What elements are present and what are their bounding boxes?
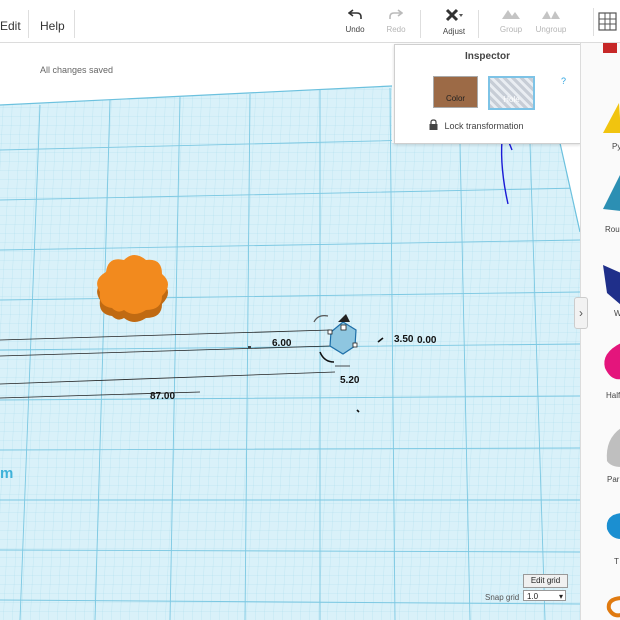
snap-grid-value: 1.0: [527, 592, 539, 601]
wedge-shape-thumbnail: [603, 265, 620, 305]
workplane-label: m: [0, 465, 14, 482]
redo-icon: [389, 9, 404, 19]
group-button[interactable]: Group: [491, 8, 531, 34]
group-label: Group: [499, 25, 523, 34]
chevron-down-icon: ▾: [558, 592, 563, 601]
chevron-right-icon: ›: [579, 306, 583, 320]
elevation-dimension[interactable]: 3.50: [394, 334, 413, 345]
height-dimension[interactable]: 6.00: [272, 338, 291, 349]
edit-grid-button[interactable]: Edit grid: [523, 574, 568, 588]
elevation-value[interactable]: 0.00: [417, 335, 436, 346]
pyramid-shape-thumbnail: [603, 103, 620, 133]
save-status: All changes saved: [40, 65, 114, 75]
color-label: Color: [445, 94, 466, 103]
menu-help[interactable]: Help: [40, 19, 65, 33]
redo-button[interactable]: Redo: [376, 8, 416, 34]
adjust-icon: [445, 8, 463, 22]
menu-divider: [74, 10, 75, 38]
menu-divider: [28, 10, 29, 38]
lock-transformation-toggle[interactable]: Lock transformation: [429, 119, 524, 131]
shape-palette: Py Rou W Half Par T: [580, 43, 620, 620]
group-icon: [502, 10, 520, 19]
paraboloid-shape-thumbnail: [606, 428, 620, 467]
lock-icon: [429, 119, 438, 130]
distance-dimension[interactable]: 87.00: [150, 391, 175, 402]
toolbar-divider: [478, 10, 479, 38]
color-swatch-button[interactable]: Color: [433, 76, 478, 108]
hole-button[interactable]: Hole: [488, 76, 535, 110]
ungroup-button[interactable]: Ungroup: [531, 8, 571, 34]
lock-label: Lock transformation: [444, 121, 524, 131]
toolbar-divider: [420, 10, 421, 38]
inspector-help-link[interactable]: ?: [561, 76, 566, 86]
menu-edit[interactable]: Edit: [0, 19, 21, 33]
top-toolbar: Edit Help Undo Redo Adjust Group Ungroup: [0, 0, 620, 43]
palette-collapse-button[interactable]: ›: [574, 297, 588, 329]
adjust-button[interactable]: Adjust: [434, 8, 474, 36]
half-sphere-shape-thumbnail: [604, 343, 620, 380]
palette-item-pyramid[interactable]: Py: [612, 142, 620, 151]
palette-item-roof[interactable]: Rou: [605, 225, 620, 234]
undo-label: Undo: [345, 25, 365, 34]
roof-shape-thumbnail: [603, 175, 620, 211]
view-grid-button[interactable]: [593, 8, 620, 36]
width-dimension[interactable]: 5.20: [340, 375, 359, 386]
hole-label: Hole: [503, 95, 520, 104]
palette-shapes: [603, 43, 620, 618]
torus-shape-thumbnail: [606, 513, 620, 539]
ungroup-label: Ungroup: [535, 25, 567, 34]
palette-item-torus[interactable]: T: [614, 557, 619, 566]
ungroup-icon: [542, 11, 560, 19]
snap-grid-label: Snap grid: [485, 593, 520, 602]
inspector-title: Inspector: [464, 51, 510, 62]
box-shape-thumbnail: [603, 43, 617, 53]
inspector-panel: Inspector Color Hole ? Lock transformati…: [394, 44, 581, 144]
palette-item-half-sphere[interactable]: Half: [606, 391, 620, 400]
snap-grid-select[interactable]: 1.0 ▾: [523, 590, 566, 601]
undo-icon: [347, 9, 362, 19]
grid-view-icon: [598, 12, 617, 31]
palette-item-wedge[interactable]: W: [614, 309, 620, 318]
redo-label: Redo: [386, 25, 406, 34]
undo-button[interactable]: Undo: [335, 8, 375, 34]
palette-item-paraboloid[interactable]: Par: [607, 475, 619, 484]
adjust-label: Adjust: [442, 27, 466, 36]
tube-shape-thumbnail: [606, 596, 620, 618]
